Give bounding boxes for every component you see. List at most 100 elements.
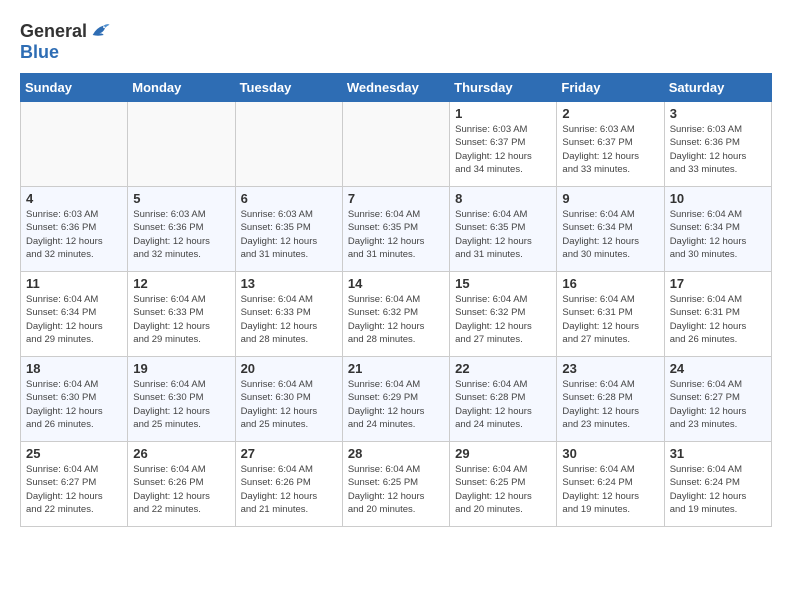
calendar-cell: 8 Sunrise: 6:04 AM Sunset: 6:35 PM Daylig… <box>450 187 557 272</box>
calendar-cell: 23 Sunrise: 6:04 AM Sunset: 6:28 PM Dayli… <box>557 357 664 442</box>
calendar-cell: 1 Sunrise: 6:03 AM Sunset: 6:37 PM Daylig… <box>450 102 557 187</box>
day-number: 12 <box>133 276 229 291</box>
day-number: 13 <box>241 276 337 291</box>
day-info: Sunrise: 6:04 AM Sunset: 6:31 PM Dayligh… <box>562 293 658 346</box>
calendar-cell <box>21 102 128 187</box>
day-number: 31 <box>670 446 766 461</box>
calendar-cell: 30 Sunrise: 6:04 AM Sunset: 6:24 PM Dayli… <box>557 442 664 527</box>
calendar-cell: 29 Sunrise: 6:04 AM Sunset: 6:25 PM Dayli… <box>450 442 557 527</box>
day-number: 4 <box>26 191 122 206</box>
calendar-cell: 25 Sunrise: 6:04 AM Sunset: 6:27 PM Dayli… <box>21 442 128 527</box>
day-info: Sunrise: 6:04 AM Sunset: 6:32 PM Dayligh… <box>348 293 444 346</box>
weekday-header-thursday: Thursday <box>450 74 557 102</box>
logo-blue-text: Blue <box>20 42 59 63</box>
day-number: 8 <box>455 191 551 206</box>
logo-bird-icon <box>89 20 111 42</box>
calendar-cell <box>342 102 449 187</box>
calendar-cell: 16 Sunrise: 6:04 AM Sunset: 6:31 PM Dayli… <box>557 272 664 357</box>
day-number: 2 <box>562 106 658 121</box>
day-info: Sunrise: 6:04 AM Sunset: 6:33 PM Dayligh… <box>241 293 337 346</box>
weekday-header-monday: Monday <box>128 74 235 102</box>
weekday-header-tuesday: Tuesday <box>235 74 342 102</box>
day-number: 28 <box>348 446 444 461</box>
day-number: 18 <box>26 361 122 376</box>
day-info: Sunrise: 6:04 AM Sunset: 6:27 PM Dayligh… <box>670 378 766 431</box>
day-number: 17 <box>670 276 766 291</box>
day-info: Sunrise: 6:03 AM Sunset: 6:36 PM Dayligh… <box>133 208 229 261</box>
day-number: 25 <box>26 446 122 461</box>
day-number: 27 <box>241 446 337 461</box>
day-info: Sunrise: 6:03 AM Sunset: 6:36 PM Dayligh… <box>26 208 122 261</box>
weekday-header-wednesday: Wednesday <box>342 74 449 102</box>
calendar-cell: 21 Sunrise: 6:04 AM Sunset: 6:29 PM Dayli… <box>342 357 449 442</box>
day-number: 29 <box>455 446 551 461</box>
calendar-cell: 26 Sunrise: 6:04 AM Sunset: 6:26 PM Dayli… <box>128 442 235 527</box>
calendar-cell: 4 Sunrise: 6:03 AM Sunset: 6:36 PM Daylig… <box>21 187 128 272</box>
day-info: Sunrise: 6:04 AM Sunset: 6:28 PM Dayligh… <box>455 378 551 431</box>
day-info: Sunrise: 6:04 AM Sunset: 6:24 PM Dayligh… <box>670 463 766 516</box>
day-number: 5 <box>133 191 229 206</box>
day-info: Sunrise: 6:04 AM Sunset: 6:34 PM Dayligh… <box>562 208 658 261</box>
day-number: 24 <box>670 361 766 376</box>
day-info: Sunrise: 6:04 AM Sunset: 6:32 PM Dayligh… <box>455 293 551 346</box>
weekday-header-friday: Friday <box>557 74 664 102</box>
day-info: Sunrise: 6:03 AM Sunset: 6:36 PM Dayligh… <box>670 123 766 176</box>
day-info: Sunrise: 6:04 AM Sunset: 6:28 PM Dayligh… <box>562 378 658 431</box>
day-number: 10 <box>670 191 766 206</box>
calendar-table: SundayMondayTuesdayWednesdayThursdayFrid… <box>20 73 772 527</box>
calendar-cell: 27 Sunrise: 6:04 AM Sunset: 6:26 PM Dayli… <box>235 442 342 527</box>
day-info: Sunrise: 6:04 AM Sunset: 6:27 PM Dayligh… <box>26 463 122 516</box>
calendar-cell: 10 Sunrise: 6:04 AM Sunset: 6:34 PM Dayli… <box>664 187 771 272</box>
day-number: 20 <box>241 361 337 376</box>
calendar-cell: 6Sunrise: 6:03 AM Sunset: 6:35 PM Daylig… <box>235 187 342 272</box>
day-number: 26 <box>133 446 229 461</box>
day-info: Sunrise: 6:04 AM Sunset: 6:35 PM Dayligh… <box>348 208 444 261</box>
logo: General Blue <box>20 20 111 63</box>
calendar-cell: 15 Sunrise: 6:04 AM Sunset: 6:32 PM Dayli… <box>450 272 557 357</box>
calendar-cell: 18 Sunrise: 6:04 AM Sunset: 6:30 PM Dayli… <box>21 357 128 442</box>
day-info: Sunrise: 6:04 AM Sunset: 6:29 PM Dayligh… <box>348 378 444 431</box>
day-info: Sunrise: 6:04 AM Sunset: 6:26 PM Dayligh… <box>133 463 229 516</box>
day-info: Sunrise: 6:03 AM Sunset: 6:37 PM Dayligh… <box>562 123 658 176</box>
calendar-cell <box>235 102 342 187</box>
day-info: Sunrise: 6:04 AM Sunset: 6:34 PM Dayligh… <box>26 293 122 346</box>
calendar-cell: 3Sunrise: 6:03 AM Sunset: 6:36 PM Daylig… <box>664 102 771 187</box>
calendar-cell: 12 Sunrise: 6:04 AM Sunset: 6:33 PM Dayli… <box>128 272 235 357</box>
calendar-week-2: 4 Sunrise: 6:03 AM Sunset: 6:36 PM Daylig… <box>21 187 772 272</box>
calendar-cell: 2 Sunrise: 6:03 AM Sunset: 6:37 PM Daylig… <box>557 102 664 187</box>
calendar-cell: 11 Sunrise: 6:04 AM Sunset: 6:34 PM Dayli… <box>21 272 128 357</box>
calendar-week-5: 25 Sunrise: 6:04 AM Sunset: 6:27 PM Dayli… <box>21 442 772 527</box>
logo-general-text: General <box>20 21 87 42</box>
day-number: 7 <box>348 191 444 206</box>
day-number: 23 <box>562 361 658 376</box>
day-info: Sunrise: 6:04 AM Sunset: 6:30 PM Dayligh… <box>241 378 337 431</box>
day-info: Sunrise: 6:04 AM Sunset: 6:30 PM Dayligh… <box>133 378 229 431</box>
calendar-cell: 9 Sunrise: 6:04 AM Sunset: 6:34 PM Daylig… <box>557 187 664 272</box>
day-number: 19 <box>133 361 229 376</box>
calendar-cell: 13 Sunrise: 6:04 AM Sunset: 6:33 PM Dayli… <box>235 272 342 357</box>
day-info: Sunrise: 6:04 AM Sunset: 6:25 PM Dayligh… <box>455 463 551 516</box>
day-info: Sunrise: 6:04 AM Sunset: 6:30 PM Dayligh… <box>26 378 122 431</box>
day-number: 15 <box>455 276 551 291</box>
weekday-header-row: SundayMondayTuesdayWednesdayThursdayFrid… <box>21 74 772 102</box>
day-info: Sunrise: 6:03 AM Sunset: 6:37 PM Dayligh… <box>455 123 551 176</box>
day-info: Sunrise: 6:04 AM Sunset: 6:34 PM Dayligh… <box>670 208 766 261</box>
day-info: Sunrise: 6:04 AM Sunset: 6:24 PM Dayligh… <box>562 463 658 516</box>
day-number: 21 <box>348 361 444 376</box>
day-number: 14 <box>348 276 444 291</box>
calendar-cell: 20 Sunrise: 6:04 AM Sunset: 6:30 PM Dayli… <box>235 357 342 442</box>
day-number: 11 <box>26 276 122 291</box>
day-info: Sunrise: 6:04 AM Sunset: 6:35 PM Dayligh… <box>455 208 551 261</box>
day-number: 1 <box>455 106 551 121</box>
weekday-header-sunday: Sunday <box>21 74 128 102</box>
day-number: 30 <box>562 446 658 461</box>
day-number: 22 <box>455 361 551 376</box>
calendar-week-3: 11 Sunrise: 6:04 AM Sunset: 6:34 PM Dayli… <box>21 272 772 357</box>
day-info: Sunrise: 6:04 AM Sunset: 6:26 PM Dayligh… <box>241 463 337 516</box>
day-number: 9 <box>562 191 658 206</box>
day-number: 16 <box>562 276 658 291</box>
calendar-cell: 22 Sunrise: 6:04 AM Sunset: 6:28 PM Dayli… <box>450 357 557 442</box>
calendar-cell: 28Sunrise: 6:04 AM Sunset: 6:25 PM Dayli… <box>342 442 449 527</box>
calendar-week-4: 18 Sunrise: 6:04 AM Sunset: 6:30 PM Dayli… <box>21 357 772 442</box>
day-info: Sunrise: 6:04 AM Sunset: 6:33 PM Dayligh… <box>133 293 229 346</box>
